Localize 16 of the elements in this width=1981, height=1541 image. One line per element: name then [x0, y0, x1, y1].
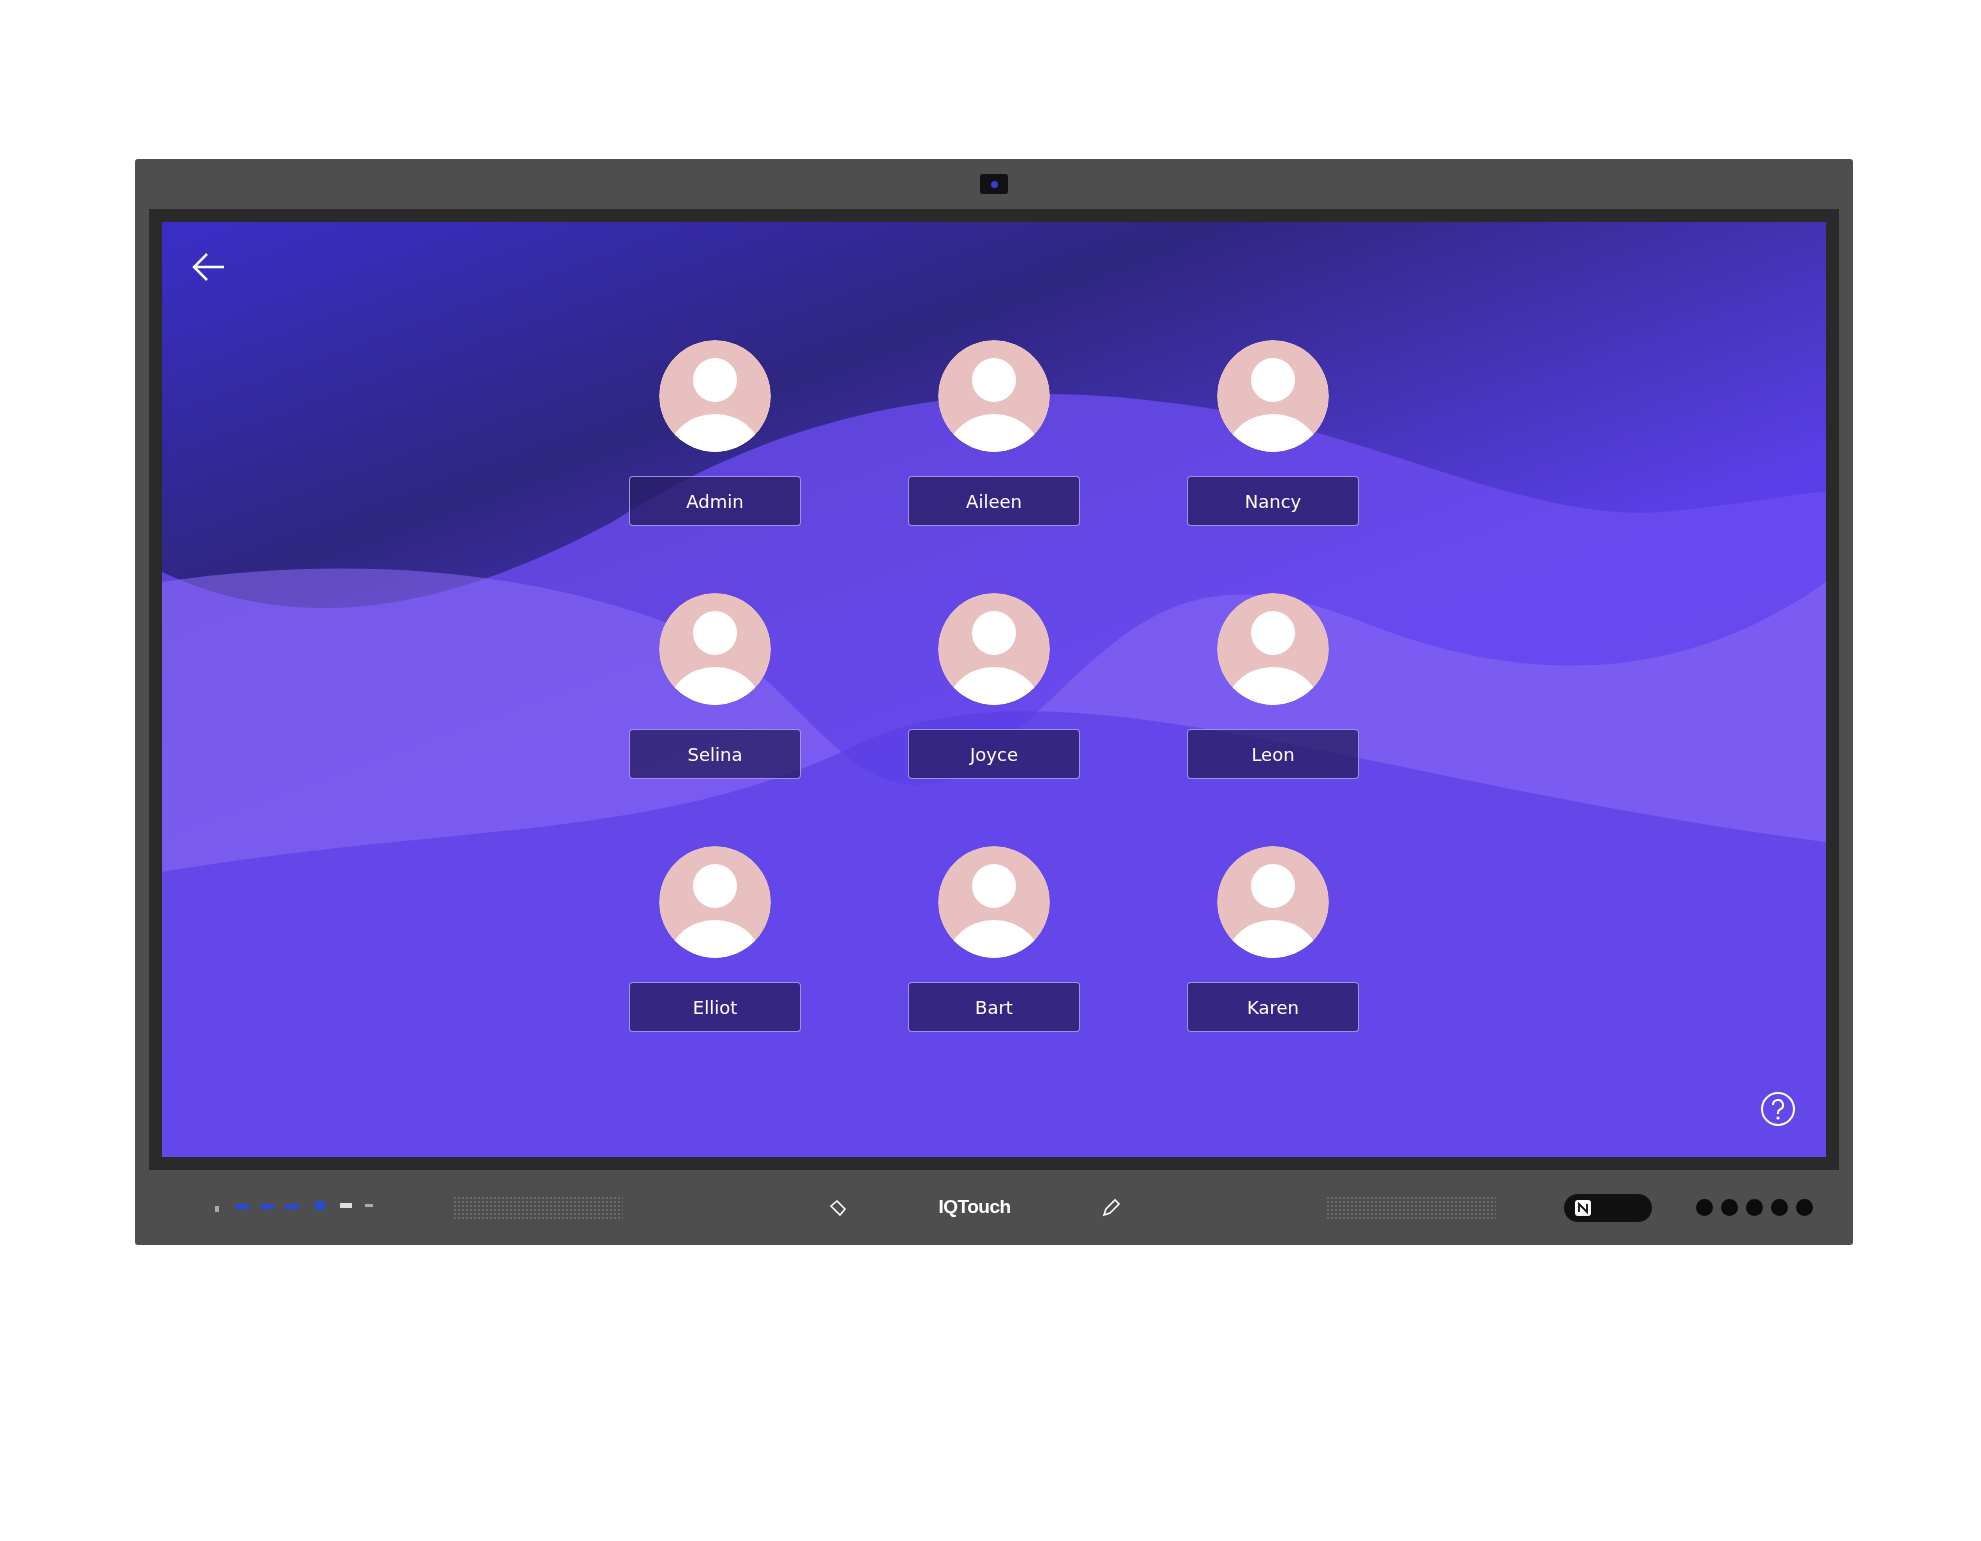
help-icon[interactable] — [1760, 1091, 1796, 1127]
user-button[interactable]: Nancy — [1187, 476, 1359, 526]
user-button[interactable]: Joyce — [908, 729, 1080, 779]
pencil-icon[interactable] — [1100, 1197, 1121, 1218]
user-button[interactable]: Leon — [1187, 729, 1359, 779]
user-button[interactable]: Karen — [1187, 982, 1359, 1032]
user-button[interactable]: Selina — [629, 729, 801, 779]
brand-logo: IQTouch — [938, 1195, 1011, 1220]
nfc-icon — [1574, 1198, 1592, 1217]
user-button[interactable]: Bart — [908, 982, 1080, 1032]
user-button[interactable]: Aileen — [908, 476, 1080, 526]
pen-icon[interactable] — [828, 1197, 849, 1218]
user-button[interactable]: Admin — [629, 476, 801, 526]
camera-icon — [980, 174, 1008, 194]
back-arrow-icon[interactable] — [192, 252, 226, 282]
user-button[interactable]: Elliot — [629, 982, 801, 1032]
